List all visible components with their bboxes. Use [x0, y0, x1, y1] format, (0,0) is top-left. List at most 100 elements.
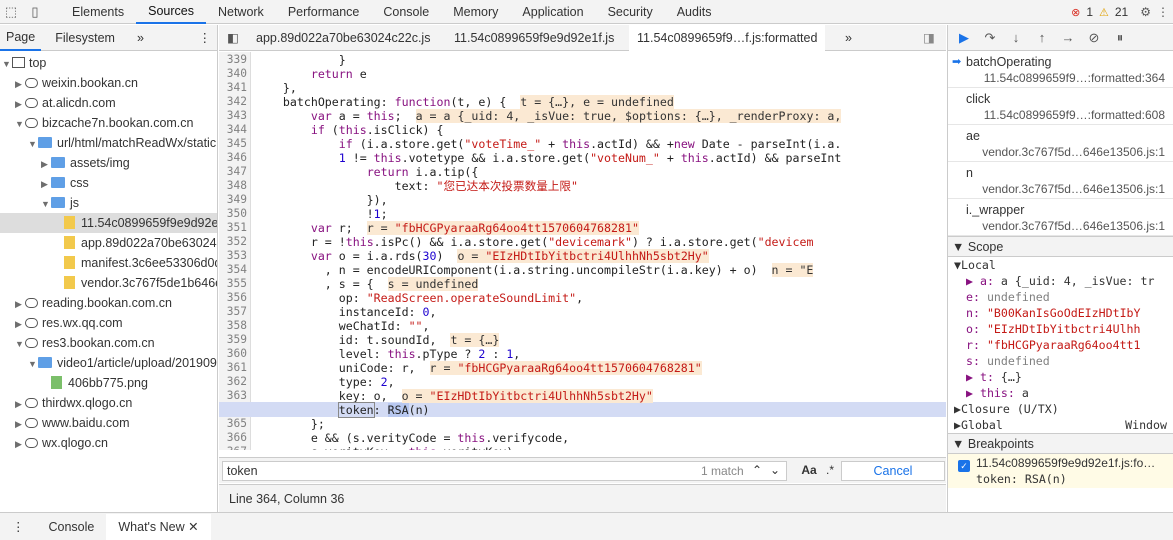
line-number[interactable]: 351 — [219, 221, 251, 235]
expand-arrow-icon[interactable]: ▼ — [15, 114, 25, 133]
line-number[interactable]: 361 — [219, 361, 251, 375]
tree-item[interactable]: ▶ www.baidu.com — [0, 413, 217, 433]
scope-header[interactable]: ▼ Scope — [948, 236, 1173, 257]
line-number[interactable]: 353 — [219, 249, 251, 263]
tree-item[interactable]: vendor.3c767f5de1b646e1 — [0, 273, 217, 293]
tree-item[interactable]: ▼ res3.bookan.com.cn — [0, 333, 217, 353]
tree-item[interactable]: ▶ res.wx.qq.com — [0, 313, 217, 333]
breakpoint-checkbox[interactable]: ✓ — [958, 460, 970, 472]
pause-on-exceptions-icon[interactable]: ⏸ — [1112, 30, 1128, 46]
tree-item[interactable]: manifest.3c6ee53306d0d8 — [0, 253, 217, 273]
line-number[interactable]: 359 — [219, 333, 251, 347]
scope-variable[interactable]: ▶ this: a — [960, 385, 1173, 401]
closure-scope-header[interactable]: ▶Closure (U/TX) — [948, 401, 1173, 417]
line-number[interactable]: 342 — [219, 95, 251, 109]
global-scope-header[interactable]: ▶Global Window — [948, 417, 1173, 433]
tree-item[interactable]: ▼ bizcache7n.bookan.com.cn — [0, 113, 217, 133]
line-number[interactable]: 363 — [219, 389, 251, 403]
line-number[interactable]: 341 — [219, 81, 251, 95]
expand-arrow-icon[interactable]: ▼ — [41, 194, 51, 213]
expand-arrow-icon[interactable]: ▶ — [41, 174, 51, 193]
device-toolbar-icon[interactable]: ▯ — [27, 4, 43, 20]
line-number[interactable]: 339 — [219, 53, 251, 67]
match-case-button[interactable]: Aa — [799, 461, 819, 481]
expand-arrow-icon[interactable]: ▼ — [28, 354, 38, 373]
step-into-icon[interactable]: ↓ — [1008, 30, 1024, 45]
call-frame[interactable]: i._wrapper vendor.3c767f5d…646e13506.js:1 — [948, 199, 1173, 236]
scope-variable[interactable]: s: undefined — [960, 353, 1173, 369]
expand-arrow-icon[interactable]: ▶ — [15, 294, 25, 313]
line-number[interactable]: 343 — [219, 109, 251, 123]
expand-arrow-icon[interactable]: ▶ — [15, 314, 25, 333]
scope-variable[interactable]: n: "B00KanIsGoOdEIzHDtIbY — [960, 305, 1173, 321]
prev-match-icon[interactable]: ⌃ — [749, 461, 765, 481]
tab-security[interactable]: Security — [596, 0, 665, 24]
deactivate-breakpoints-icon[interactable]: ⊘ — [1086, 30, 1102, 46]
local-scope-header[interactable]: ▼Local — [948, 257, 1173, 273]
step-out-icon[interactable]: ↑ — [1034, 30, 1050, 45]
more-editor-tabs-icon[interactable]: » — [845, 25, 852, 51]
line-number[interactable]: 366 — [219, 431, 251, 445]
tab-application[interactable]: Application — [510, 0, 595, 24]
tab-network[interactable]: Network — [206, 0, 276, 24]
error-warning-status[interactable]: ⊗ 1 ⚠ 21 ⚙ ⋮ — [1071, 0, 1173, 24]
line-number[interactable]: 356 — [219, 291, 251, 305]
scope-variable[interactable]: o: "EIzHDtIbYitbctri4Ulhh — [960, 321, 1173, 337]
line-number[interactable]: 362 — [219, 375, 251, 389]
tree-item[interactable]: ▶ assets/img — [0, 153, 217, 173]
step-over-icon[interactable]: ↷ — [982, 30, 998, 46]
tree-item[interactable]: ▼ js — [0, 193, 217, 213]
more-tabs-icon[interactable]: » — [131, 25, 150, 51]
line-number[interactable]: 340 — [219, 67, 251, 81]
call-frame[interactable]: click 11.54c0899659f9…:formatted:608 — [948, 88, 1173, 125]
settings-icon[interactable]: ⚙ — [1140, 5, 1151, 19]
tree-item[interactable]: ▼ url/html/matchReadWx/static — [0, 133, 217, 153]
line-number[interactable]: 349 — [219, 193, 251, 207]
tree-item[interactable]: ▶ thirdwx.qlogo.cn — [0, 393, 217, 413]
expand-arrow-icon[interactable]: ▶ — [15, 434, 25, 453]
call-frame[interactable]: ➡ batchOperating 11.54c0899659f9…:formatte… — [948, 51, 1173, 88]
inspect-element-icon[interactable]: ⬚ — [3, 4, 19, 20]
scope-variable[interactable]: ▶ a: a {_uid: 4, _isVue: tr — [960, 273, 1173, 289]
editor-tab-active[interactable]: 11.54c0899659f9…f.js:formatted — [629, 25, 826, 51]
expand-arrow-icon[interactable]: ▶ — [41, 154, 51, 173]
line-number[interactable]: 345 — [219, 137, 251, 151]
editor-tab[interactable]: 11.54c0899659f9e9d92e1f.js — [454, 25, 614, 51]
call-frame[interactable]: ae vendor.3c767f5d…646e13506.js:1 — [948, 125, 1173, 162]
expand-arrow-icon[interactable]: ▶ — [15, 94, 25, 113]
step-icon[interactable]: → — [1060, 30, 1076, 45]
tree-item[interactable]: app.89d022a70be63024c2 — [0, 233, 217, 253]
tab-performance[interactable]: Performance — [276, 0, 372, 24]
line-number[interactable]: 354 — [219, 263, 251, 277]
line-number[interactable]: 358 — [219, 319, 251, 333]
expand-arrow-icon[interactable]: ▶ — [15, 414, 25, 433]
line-number[interactable]: 348 — [219, 179, 251, 193]
breakpoint-item[interactable]: ✓ 11.54c0899659f9e9d92e1f.js:fo… token: R… — [948, 454, 1173, 488]
scope-variable[interactable]: r: "fbHCGPyaraaRg64oo4tt1 — [960, 337, 1173, 353]
line-number[interactable]: 346 — [219, 151, 251, 165]
line-number[interactable]: 350 — [219, 207, 251, 221]
editor-tab[interactable]: app.89d022a70be63024c22c.js — [256, 25, 430, 51]
regex-button[interactable]: .* — [823, 461, 837, 481]
toggle-debugger-icon[interactable]: ◨ — [923, 25, 935, 51]
expand-arrow-icon[interactable]: ▼ — [28, 134, 38, 153]
drawer-tab-whats-new[interactable]: What's New ✕ — [106, 513, 211, 540]
tree-item[interactable]: ▶ reading.bookan.com.cn — [0, 293, 217, 313]
line-number[interactable]: 360 — [219, 347, 251, 361]
expand-arrow-icon[interactable]: ▼ — [2, 54, 12, 73]
line-number[interactable]: 352 — [219, 235, 251, 249]
expand-arrow-icon[interactable]: ▶ — [15, 394, 25, 413]
tab-elements[interactable]: Elements — [60, 0, 136, 24]
tab-page[interactable]: Page — [0, 25, 42, 51]
tab-memory[interactable]: Memory — [441, 0, 510, 24]
toggle-navigator-icon[interactable]: ◧ — [227, 25, 243, 51]
scope-variable[interactable]: e: undefined — [960, 289, 1173, 305]
line-number[interactable]: 367 — [219, 445, 251, 450]
line-number[interactable]: 355 — [219, 277, 251, 291]
line-number[interactable]: 344 — [219, 123, 251, 137]
tab-console[interactable]: Console — [371, 0, 441, 24]
call-frame[interactable]: n vendor.3c767f5d…646e13506.js:1 — [948, 162, 1173, 199]
line-number[interactable]: 365 — [219, 417, 251, 431]
line-number[interactable]: 357 — [219, 305, 251, 319]
tree-item[interactable]: ▼ top — [0, 53, 217, 73]
